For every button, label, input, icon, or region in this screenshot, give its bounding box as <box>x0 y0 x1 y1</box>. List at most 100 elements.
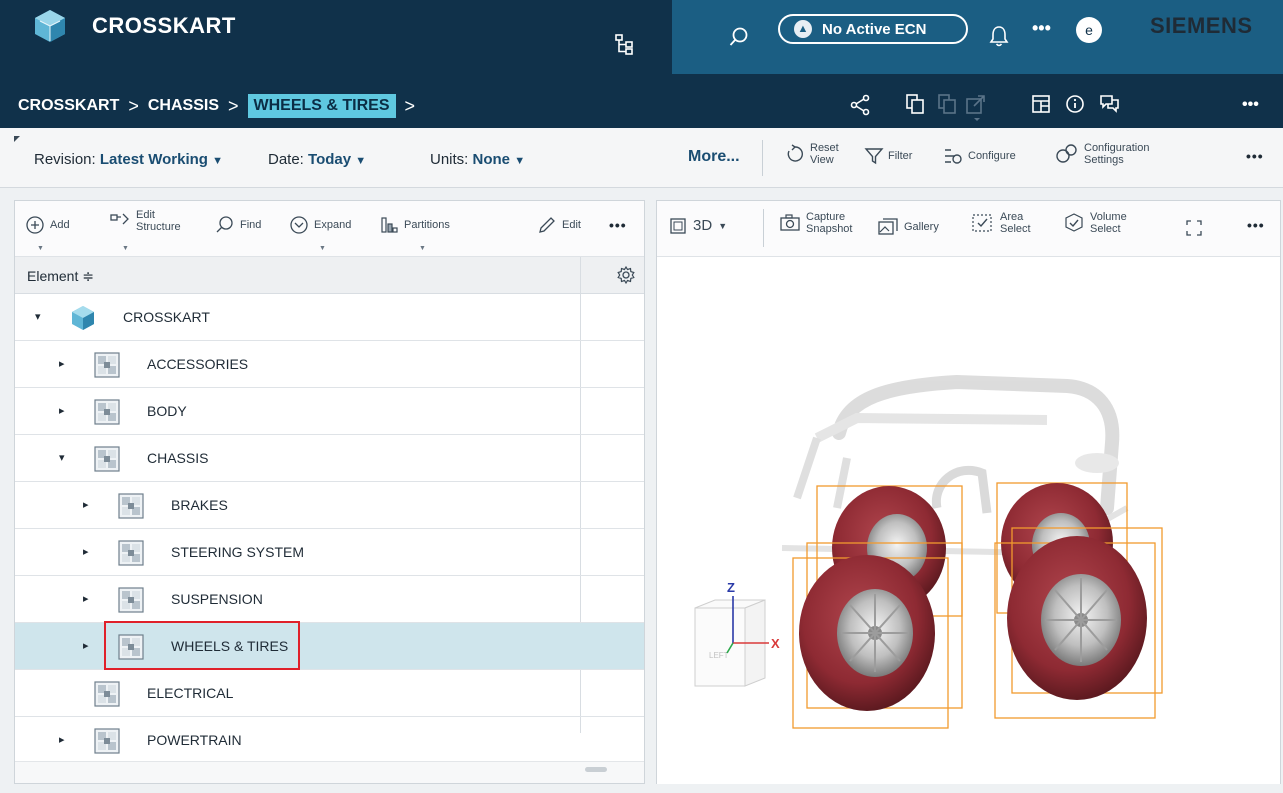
expand-toggle-icon[interactable]: ▸ <box>83 639 89 652</box>
expand-toggle-icon[interactable]: ▸ <box>83 498 89 511</box>
tree-row[interactable]: ▸ ACCESSORIES <box>15 341 644 388</box>
element-column-label[interactable]: Element ≑ <box>27 268 94 285</box>
gallery-button[interactable]: Gallery <box>877 217 939 237</box>
reset-view-line2: View <box>810 154 834 166</box>
expand-toggle-icon[interactable]: ▸ <box>59 733 65 746</box>
chevron-down-icon[interactable]: ▼ <box>37 245 44 252</box>
find-label: Find <box>240 219 262 231</box>
viewer-toolbar: 3D ▼ Capture Snapshot Gallery Area Selec… <box>657 201 1280 257</box>
active-ecn-button[interactable]: ▲ No Active ECN <box>778 14 968 44</box>
gallery-icon <box>878 218 898 235</box>
configuration-settings-button[interactable]: Configuration Settings <box>1054 142 1149 166</box>
area-select-button[interactable]: Area Select <box>971 211 1031 235</box>
viewer-toolbar-more-icon[interactable]: ••• <box>1247 217 1265 233</box>
structure-panel: Add Edit Structure Find Expand Partition… <box>14 200 645 784</box>
breadcrumb-separator: > <box>128 95 139 116</box>
reset-view-button[interactable]: Reset View <box>784 142 839 166</box>
expand-toggle-icon[interactable]: ▸ <box>59 404 65 417</box>
horizontal-scrollbar[interactable] <box>15 761 644 783</box>
info-icon[interactable] <box>1064 93 1086 115</box>
revision-rule-selector[interactable]: Revision: Latest Working ▼ <box>34 151 223 168</box>
structure-tree: ▾ CROSSKART ▸ ACCESSORIES ▸ BODY ▾ CHASSIS ▸ BRAK… <box>15 294 644 764</box>
filter-button[interactable]: Filter <box>864 146 912 166</box>
gear-icon[interactable] <box>616 265 636 285</box>
3d-view-icon <box>670 218 686 234</box>
app-window: CROSSKART ▲ No Active ECN ••• e SIEMENS … <box>0 0 1283 793</box>
copy-icon[interactable] <box>904 93 926 115</box>
collapse-toggle-icon[interactable]: ▾ <box>59 451 65 464</box>
effective-date-selector[interactable]: Date: Today ▼ <box>268 151 366 168</box>
layout-icon[interactable] <box>1030 93 1052 115</box>
pencil-icon <box>539 217 555 233</box>
header-more-icon[interactable]: ••• <box>1032 18 1051 39</box>
collapse-toggle-icon[interactable]: ▾ <box>35 310 41 323</box>
tree-row-label: STEERING SYSTEM <box>171 544 305 560</box>
subassembly-icon <box>94 352 120 378</box>
breadcrumb-separator[interactable]: > <box>405 96 416 117</box>
discussion-icon[interactable] <box>1098 92 1122 116</box>
tree-row-label: SUSPENSION <box>171 591 263 607</box>
chevron-down-icon[interactable]: ▼ <box>122 245 129 252</box>
breadcrumb-item-crosskart[interactable]: CROSSKART <box>18 97 119 115</box>
subassembly-icon <box>118 540 144 566</box>
volume-line2: Select <box>1090 223 1121 235</box>
more-button[interactable]: More... <box>688 148 740 166</box>
volume-select-button[interactable]: Volume Select <box>1063 211 1127 235</box>
expand-button[interactable]: Expand <box>289 215 351 235</box>
app-logo-icon <box>35 10 65 42</box>
3d-scene[interactable]: LEFT Z X <box>657 258 1280 784</box>
structure-tree-icon[interactable] <box>612 32 636 56</box>
tree-row-label: CHASSIS <box>147 450 209 466</box>
element-column-header[interactable]: Element ≑ <box>15 257 644 294</box>
area-select-icon <box>972 214 992 232</box>
tree-row[interactable]: ▾ CHASSIS <box>15 435 644 482</box>
scrollbar-thumb[interactable] <box>585 767 607 772</box>
chevron-down-icon: ▼ <box>514 155 526 167</box>
edit-structure-button[interactable]: Edit Structure <box>109 209 181 233</box>
3d-viewport[interactable]: LEFT Z X <box>657 258 1280 784</box>
chevron-down-icon: ▼ <box>355 155 367 167</box>
edit-button[interactable]: Edit <box>537 215 581 235</box>
share-icon[interactable] <box>848 93 872 117</box>
breadcrumb-item-wheels-tires[interactable]: WHEELS & TIRES <box>247 94 396 118</box>
structure-toolbar-more-icon[interactable]: ••• <box>609 217 627 233</box>
tree-row-label: POWERTRAIN <box>147 732 242 748</box>
chevron-down-icon[interactable]: ▼ <box>419 245 426 252</box>
units-selector[interactable]: Units: None ▼ <box>430 151 525 168</box>
volume-select-icon <box>1065 213 1083 232</box>
breadcrumb-more-icon[interactable]: ••• <box>1242 96 1259 114</box>
expand-toggle-icon[interactable]: ▸ <box>59 357 65 370</box>
expand-toggle-icon[interactable]: ▸ <box>83 545 89 558</box>
tree-row[interactable]: ELECTRICAL <box>15 670 644 717</box>
tree-row[interactable]: ▸ POWERTRAIN <box>15 717 644 764</box>
filter-bar-more-icon[interactable]: ••• <box>1246 148 1264 164</box>
configure-button[interactable]: Configure <box>942 146 1016 166</box>
tree-row-label: CROSSKART <box>123 309 210 325</box>
notifications-bell-icon[interactable] <box>988 24 1010 48</box>
capture-snapshot-button[interactable]: Capture Snapshot <box>779 211 852 235</box>
breadcrumb-item-chassis[interactable]: CHASSIS <box>148 97 219 115</box>
add-button[interactable]: Add <box>25 215 70 235</box>
search-icon[interactable] <box>728 26 750 48</box>
user-avatar[interactable]: e <box>1076 17 1102 43</box>
tree-row[interactable]: ▸ BODY <box>15 388 644 435</box>
edit-structure-line2: Structure <box>136 221 181 233</box>
paste-icon <box>938 94 956 114</box>
fullscreen-icon[interactable] <box>1185 219 1203 237</box>
chevron-down-icon[interactable]: ▼ <box>319 245 326 252</box>
config-settings-line1: Configuration <box>1084 142 1150 154</box>
corner-marker-icon <box>14 136 20 142</box>
selection-highlight-box <box>104 621 300 670</box>
tree-row[interactable]: ▸ SUSPENSION <box>15 576 644 623</box>
tree-row[interactable]: ▾ CROSSKART <box>15 294 644 341</box>
find-icon <box>216 216 233 233</box>
view-mode-dropdown[interactable]: 3D ▼ <box>669 217 727 235</box>
tree-row-label: ELECTRICAL <box>147 685 234 701</box>
gallery-label: Gallery <box>904 221 939 233</box>
tree-row[interactable]: ▸ BRAKES <box>15 482 644 529</box>
expand-toggle-icon[interactable]: ▸ <box>83 592 89 605</box>
tree-row[interactable]: ▸ STEERING SYSTEM <box>15 529 644 576</box>
partitions-button[interactable]: Partitions <box>379 215 450 235</box>
find-button[interactable]: Find <box>215 215 261 235</box>
partitions-label: Partitions <box>404 219 450 231</box>
